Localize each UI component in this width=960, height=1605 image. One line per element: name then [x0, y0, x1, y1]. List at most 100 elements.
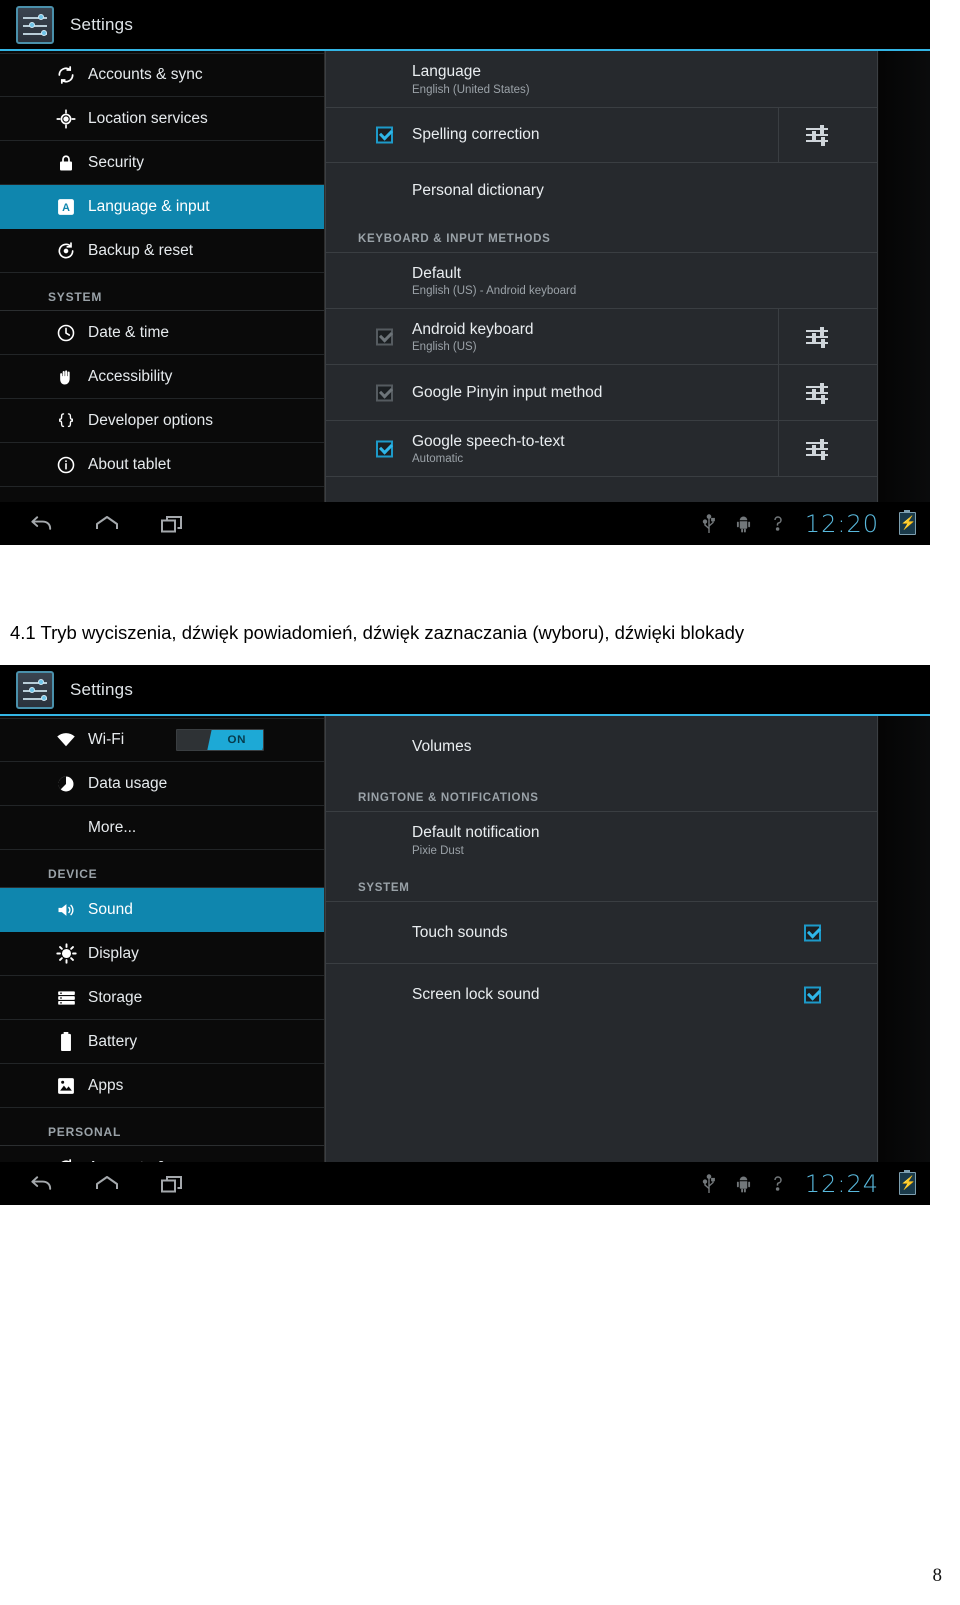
row-subtitle: Pixie Dust — [412, 844, 464, 857]
app-title-2: Settings — [70, 679, 134, 699]
tablet-screenshot-language-input: Settings Accounts & sync Location servic… — [0, 0, 930, 545]
sidebar-item-label: Accounts & sync — [88, 66, 203, 83]
google-pinyin-settings-button[interactable] — [778, 365, 855, 420]
sidebar-item-language-input[interactable]: A Language & input — [0, 185, 324, 229]
content-row-touch-sounds[interactable]: Touch sounds — [326, 902, 877, 964]
action-bar-2: Settings — [0, 665, 930, 716]
sidebar-item-apps[interactable]: Apps — [0, 1064, 324, 1108]
content-row-spelling-correction[interactable]: Spelling correction — [326, 107, 877, 163]
sliders-icon — [806, 326, 828, 348]
usb-icon — [702, 513, 716, 534]
recents-icon[interactable] — [159, 513, 185, 535]
system-navbar-1[interactable]: 12:20 ⚡ — [0, 502, 930, 545]
content-scroll-shadow — [879, 716, 930, 1162]
row-title: Google speech-to-text — [412, 432, 565, 450]
content-section-system: SYSTEM — [326, 868, 877, 902]
hand-icon — [55, 366, 77, 388]
content-row-google-speech-to-text[interactable]: Google speech-to-text Automatic — [326, 421, 877, 477]
sidebar-item-developer-options[interactable]: Developer options — [0, 399, 324, 443]
sidebar-item-label: Battery — [88, 1032, 138, 1050]
row-title: Language — [412, 63, 481, 81]
content-row-screen-lock-sound[interactable]: Screen lock sound — [326, 964, 877, 1026]
battery-icon — [55, 1031, 77, 1053]
sidebar-item-data-usage[interactable]: Data usage — [0, 762, 324, 806]
recents-icon[interactable] — [159, 1173, 185, 1195]
content-row-android-keyboard[interactable]: Android keyboard English (US) — [326, 309, 877, 365]
sidebar-item-storage[interactable]: Storage — [0, 976, 324, 1020]
row-title: Default — [412, 264, 462, 282]
home-icon[interactable] — [93, 513, 121, 535]
sidebar-item-label: Display — [88, 944, 139, 962]
row-subtitle: English (US) - Android keyboard — [412, 285, 577, 298]
screen-lock-sound-checkbox[interactable] — [804, 986, 821, 1004]
sidebar-item-wifi[interactable]: Wi-Fi ON — [0, 718, 324, 762]
unknown-status-icon — [771, 1174, 785, 1194]
spelling-correction-checkbox[interactable] — [376, 126, 393, 144]
content-section-keyboard-input-methods: KEYBOARD & INPUT METHODS — [326, 219, 877, 253]
row-title: Default notification — [412, 824, 540, 842]
wifi-toggle[interactable]: ON — [176, 729, 264, 751]
content-row-personal-dictionary[interactable]: Personal dictionary — [326, 163, 877, 219]
sidebar-item-label: Date & time — [88, 323, 169, 341]
sidebar-item-location-services[interactable]: Location services — [0, 97, 324, 141]
sidebar-item-accessibility[interactable]: Accessibility — [0, 355, 324, 399]
row-subtitle: English (US) — [412, 341, 477, 354]
android-keyboard-settings-button[interactable] — [778, 309, 855, 364]
touch-sounds-checkbox[interactable] — [804, 924, 821, 941]
sidebar-item-label: Data usage — [88, 774, 168, 792]
content-row-google-pinyin[interactable]: Google Pinyin input method — [326, 365, 877, 421]
svg-text:A: A — [62, 202, 70, 214]
sidebar-item-label: More... — [88, 818, 137, 836]
sidebar-item-about-tablet[interactable]: About tablet — [0, 443, 324, 487]
google-pinyin-checkbox[interactable] — [376, 384, 393, 401]
content-section-ringtone-notifications: RINGTONE & NOTIFICATIONS — [326, 778, 877, 812]
sidebar-section-device: DEVICE — [0, 850, 324, 888]
sliders-icon — [806, 125, 828, 146]
back-icon[interactable] — [28, 513, 55, 535]
sidebar-2[interactable]: Wi-Fi ON Data usage More... DEVICE Sound… — [0, 716, 325, 1162]
content-wrap-1: Language English (United States) Spellin… — [325, 51, 930, 502]
row-title: Personal dictionary — [412, 182, 544, 200]
back-icon[interactable] — [28, 1173, 55, 1195]
row-title: Screen lock sound — [412, 986, 540, 1004]
sidebar-item-accounts-sync[interactable]: Accounts & sync — [0, 53, 324, 97]
spelling-correction-settings-button[interactable] — [778, 108, 855, 162]
content-row-volumes[interactable]: Volumes — [326, 716, 877, 778]
content-pane-language-input[interactable]: Language English (United States) Spellin… — [325, 51, 878, 502]
system-navbar-2[interactable]: 12:24 ⚡ — [0, 1162, 930, 1205]
google-speech-settings-button[interactable] — [778, 421, 855, 476]
braces-icon — [55, 410, 77, 432]
sidebar-section-personal: PERSONAL — [0, 1108, 324, 1146]
content-row-default-keyboard[interactable]: Default English (US) - Android keyboard — [326, 253, 877, 309]
row-subtitle: Automatic — [412, 453, 464, 466]
sidebar-item-security[interactable]: Security — [0, 141, 324, 185]
sidebar-item-more[interactable]: More... — [0, 806, 324, 850]
sidebar-item-accounts-sync-2[interactable]: Accounts & sync — [0, 1146, 324, 1162]
content-pane-sound[interactable]: Volumes RINGTONE & NOTIFICATIONS Default… — [325, 716, 878, 1162]
android-keyboard-checkbox[interactable] — [376, 328, 393, 345]
settings-app-icon — [16, 670, 54, 709]
sidebar-item-backup-reset[interactable]: Backup & reset — [0, 229, 324, 273]
section-heading: 4.1 Tryb wyciszenia, dźwięk powiadomień,… — [10, 622, 745, 643]
sidebar-1[interactable]: Accounts & sync Location services Securi… — [0, 51, 325, 502]
action-bar-1: Settings — [0, 0, 930, 51]
sidebar-item-date-time[interactable]: Date & time — [0, 311, 324, 355]
storage-icon — [55, 987, 77, 1009]
row-title: Spelling correction — [412, 126, 540, 144]
status-clock: 12:24 — [804, 1169, 879, 1198]
sidebar-item-battery[interactable]: Battery — [0, 1020, 324, 1064]
status-clock: 12:20 — [804, 509, 879, 538]
sidebar-item-label: Developer options — [88, 411, 213, 429]
content-scroll-shadow — [879, 51, 930, 502]
clock-icon — [55, 322, 77, 344]
home-icon[interactable] — [93, 1173, 121, 1195]
sidebar-item-sound[interactable]: Sound — [0, 888, 324, 932]
settings-body-2: Wi-Fi ON Data usage More... DEVICE Sound… — [0, 716, 930, 1162]
google-speech-to-text-checkbox[interactable] — [376, 440, 393, 457]
sidebar-item-display[interactable]: Display — [0, 932, 324, 976]
backup-reset-icon — [55, 240, 77, 262]
content-row-default-notification[interactable]: Default notification Pixie Dust — [326, 812, 877, 868]
row-title: Android keyboard — [412, 320, 534, 338]
content-row-language[interactable]: Language English (United States) — [326, 51, 877, 107]
data-usage-icon — [55, 773, 77, 795]
